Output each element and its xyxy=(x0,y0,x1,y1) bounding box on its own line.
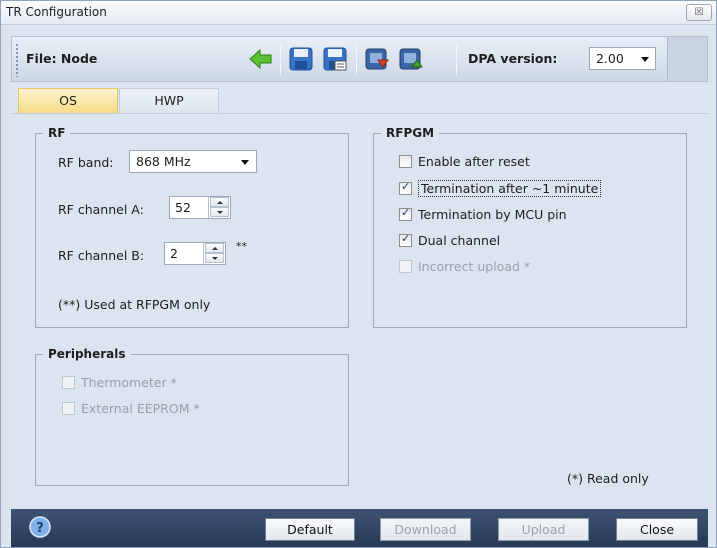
checkbox-box xyxy=(399,180,412,195)
checkbox-box xyxy=(399,155,412,168)
upload-icon[interactable] xyxy=(398,46,424,72)
rf-channel-b-label: RF channel B: xyxy=(58,248,145,263)
toolbar-grip[interactable] xyxy=(15,43,19,77)
incorrect-upload-checkbox: Incorrect upload * xyxy=(399,259,530,274)
checkbox-label: External EEPROM * xyxy=(81,401,200,416)
chevron-down-icon xyxy=(641,57,649,62)
bottom-bar: ? Default Download Upload Close xyxy=(11,509,708,547)
dual-channel-checkbox[interactable]: Dual channel xyxy=(399,232,501,248)
download-icon[interactable] xyxy=(364,46,390,72)
peripherals-legend: Peripherals xyxy=(43,347,131,361)
toolbar: File: Node DPA version: 2.00 xyxy=(11,36,708,82)
rf-legend: RF xyxy=(43,126,71,140)
checkbox-label: Dual channel xyxy=(418,233,501,248)
rf-channel-a-label: RF channel A: xyxy=(58,202,144,217)
checkbox-box xyxy=(399,260,412,273)
increment-button[interactable] xyxy=(210,197,229,207)
window-title: TR Configuration xyxy=(6,5,107,19)
rf-channel-a-spinner[interactable]: 52 xyxy=(169,196,231,219)
peripherals-group: Peripherals Thermometer * External EEPRO… xyxy=(35,347,349,486)
rf-group: RF RF band: 868 MHz RF channel A: 52 RF … xyxy=(35,126,349,328)
checkbox-label: Thermometer * xyxy=(81,375,177,390)
rfpgm-legend: RFPGM xyxy=(381,126,440,140)
dpa-version-label: DPA version: xyxy=(468,51,558,66)
help-icon[interactable]: ? xyxy=(29,516,51,538)
tr-configuration-window: TR Configuration ☒ File: Node DPA versio… xyxy=(0,0,717,548)
upload-button[interactable]: Upload xyxy=(498,518,589,541)
checkbox-label: Termination after ~1 minute xyxy=(418,180,602,197)
tab-content: RF RF band: 868 MHz RF channel A: 52 RF … xyxy=(11,113,708,505)
termination-by-mcu-pin-checkbox[interactable]: Termination by MCU pin xyxy=(399,206,567,222)
external-eeprom-checkbox: External EEPROM * xyxy=(62,401,200,416)
svg-text:?: ? xyxy=(36,521,44,536)
default-button[interactable]: Default xyxy=(265,518,355,541)
decrement-button[interactable] xyxy=(210,207,229,217)
termination-after-minute-checkbox[interactable]: Termination after ~1 minute xyxy=(399,180,602,197)
close-window-button[interactable]: ☒ xyxy=(686,4,712,21)
checkbox-box xyxy=(62,402,75,415)
title-bar: TR Configuration ☒ xyxy=(1,1,716,25)
thermometer-checkbox: Thermometer * xyxy=(62,375,177,390)
checkbox-label: Enable after reset xyxy=(418,154,530,169)
checkbox-box xyxy=(62,376,75,389)
save-as-icon[interactable] xyxy=(322,46,348,72)
save-icon[interactable] xyxy=(288,46,314,72)
enable-after-reset-checkbox[interactable]: Enable after reset xyxy=(399,154,530,169)
rfpgm-group: RFPGM Enable after reset Termination aft… xyxy=(373,126,687,328)
read-only-note: (*) Read only xyxy=(567,471,649,486)
checkbox-label: Incorrect upload * xyxy=(418,259,531,274)
toolbar-separator xyxy=(356,45,357,75)
tab-os[interactable]: OS xyxy=(18,88,118,113)
rf-band-label: RF band: xyxy=(58,155,114,170)
increment-button[interactable] xyxy=(205,243,224,253)
toolbar-separator xyxy=(456,45,457,75)
checkbox-box xyxy=(399,232,412,247)
close-button[interactable]: Close xyxy=(616,518,698,541)
download-button[interactable]: Download xyxy=(380,518,471,541)
rf-band-value: 868 MHz xyxy=(136,154,191,169)
rf-channel-b-mark: ** xyxy=(236,240,247,253)
chevron-down-icon xyxy=(241,160,249,165)
dpa-version-select[interactable]: 2.00 xyxy=(589,47,656,70)
dpa-version-value: 2.00 xyxy=(596,51,624,66)
back-arrow-icon[interactable] xyxy=(248,46,274,72)
rf-channel-b-value: 2 xyxy=(170,246,178,261)
toolbar-end-panel xyxy=(667,37,707,81)
rf-channel-b-spinner[interactable]: 2 xyxy=(164,242,226,265)
decrement-button[interactable] xyxy=(205,253,224,263)
rf-band-select[interactable]: 868 MHz xyxy=(129,150,257,173)
tab-hwp[interactable]: HWP xyxy=(119,88,219,113)
checkbox-box xyxy=(399,206,412,221)
rfpgm-only-note: (**) Used at RFPGM only xyxy=(58,297,211,312)
file-label: File: Node xyxy=(26,51,98,66)
checkbox-label: Termination by MCU pin xyxy=(418,207,567,222)
rf-channel-a-value: 52 xyxy=(175,200,191,215)
toolbar-separator xyxy=(280,45,281,75)
